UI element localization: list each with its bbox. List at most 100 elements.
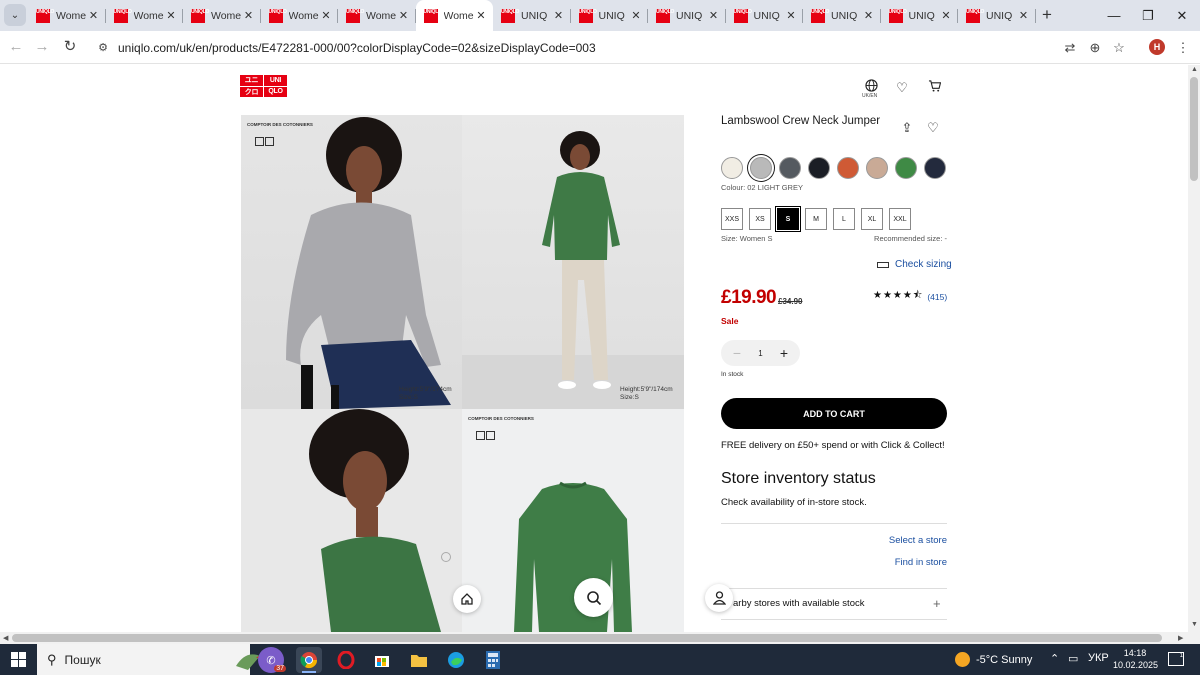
colour-swatch[interactable] [924,157,946,179]
size-option[interactable]: XXS [721,208,743,230]
wishlist-heart-icon[interactable]: ♡ [893,79,911,97]
scroll-up-arrow-icon[interactable]: ▲ [1191,66,1198,73]
store-app[interactable] [369,647,395,673]
browser-tab[interactable]: UNIQLO UNIQ ✕ [958,0,1036,31]
find-in-store-link[interactable]: Find in store [895,557,947,568]
calculator-app[interactable] [480,647,506,673]
viber-app[interactable]: ✆ 37 [258,647,286,673]
taskbar-search[interactable]: ⚲ Пошук [37,644,280,675]
chrome-app[interactable] [296,647,322,673]
search-float-button[interactable] [574,578,613,617]
address-bar[interactable]: ⚙ uniqlo.com/uk/en/products/E472281-000/… [86,35,1138,60]
browser-tab[interactable]: UNIQLO UNIQ ✕ [648,0,726,31]
scroll-left-arrow-icon[interactable]: ◀ [3,634,8,642]
browser-tab[interactable]: UNIQLO UNIQ ✕ [726,0,803,31]
share-icon[interactable]: ⇪ [898,119,916,137]
quantity-decrease-button[interactable]: − [731,345,743,361]
account-float-button[interactable] [705,584,733,612]
tab-close-icon[interactable]: ✕ [553,9,565,22]
back-button[interactable]: ← [7,38,25,56]
browser-tab[interactable]: UNIQLO UNIQ ✕ [881,0,958,31]
language-indicator[interactable]: УКР [1088,652,1109,664]
colour-swatch[interactable] [721,157,743,179]
start-button[interactable] [0,644,36,675]
browser-tab[interactable]: UNIQLO Wome ✕ [338,0,416,31]
colour-swatch[interactable] [895,157,917,179]
horizontal-scroll-thumb[interactable] [12,634,1162,642]
size-option[interactable]: M [805,208,827,230]
colour-swatch[interactable] [866,157,888,179]
tab-close-icon[interactable]: ✕ [320,9,332,22]
product-photo-1[interactable]: COMPTOIR DES COTONNIERS Height:5'9"/174c… [241,115,462,409]
opera-app[interactable] [333,647,359,673]
zoom-icon[interactable]: ⊕ [1086,39,1104,57]
expand-plus-icon[interactable]: + [933,596,941,611]
new-tab-button[interactable]: + [1038,6,1056,24]
bookmark-star-icon[interactable]: ☆ [1110,39,1128,57]
browser-tab[interactable]: UNIQLO Wome ✕ [183,0,261,31]
edge-app[interactable] [443,647,469,673]
colour-swatch[interactable] [750,157,772,179]
size-option[interactable]: XS [749,208,771,230]
browser-tab[interactable]: UNIQLO Wome ✕ [106,0,183,31]
tab-close-icon[interactable]: ✕ [785,9,797,22]
tab-close-icon[interactable]: ✕ [243,9,255,22]
weather-widget[interactable]: -5°C Sunny [955,652,1032,667]
close-window-button[interactable]: ✕ [1165,0,1199,31]
browser-tab[interactable]: UNIQLO Wome ✕ [28,0,106,31]
browser-tab[interactable]: UNIQLO Wome ✕ [415,0,493,31]
horizontal-scrollbar[interactable]: ◀ ▶ [0,632,1200,644]
cart-icon[interactable] [925,79,943,97]
system-clock[interactable]: 14:18 10.02.2025 [1113,647,1158,671]
tab-close-icon[interactable]: ✕ [863,9,875,22]
vertical-scroll-thumb[interactable] [1190,77,1198,181]
scroll-right-arrow-icon[interactable]: ▶ [1178,634,1183,642]
tab-close-icon[interactable]: ✕ [165,9,177,22]
browser-tab[interactable]: UNIQLO UNIQ ✕ [803,0,881,31]
uniqlo-logo[interactable]: ユニ UNI クロ QLO [240,75,287,97]
tab-close-icon[interactable]: ✕ [708,9,720,22]
url-text[interactable]: uniqlo.com/uk/en/products/E472281-000/00… [118,41,596,55]
colour-swatch[interactable] [808,157,830,179]
size-option[interactable]: L [833,208,855,230]
network-icon[interactable]: ▭ [1068,652,1078,665]
check-sizing-link[interactable]: Check sizing [877,259,952,270]
browser-tab[interactable]: UNIQLO UNIQ ✕ [571,0,648,31]
forward-button[interactable]: → [33,38,51,56]
tab-close-icon[interactable]: ✕ [630,9,642,22]
file-explorer-app[interactable] [406,647,432,673]
tab-close-icon[interactable]: ✕ [475,9,487,22]
scroll-down-arrow-icon[interactable]: ▼ [1191,621,1198,628]
chevron-up-icon[interactable]: ⌃ [1050,652,1059,665]
vertical-scrollbar[interactable]: ▲ ▼ [1188,65,1200,632]
tab-search-button[interactable]: ⌄ [4,4,26,26]
site-info-icon[interactable]: ⚙ [94,39,112,57]
tab-close-icon[interactable]: ✕ [1018,9,1030,22]
minimize-button[interactable]: — [1097,0,1131,31]
tab-close-icon[interactable]: ✕ [398,9,410,22]
menu-kebab-icon[interactable]: ⋮ [1174,39,1192,57]
size-option[interactable]: S [777,208,799,230]
size-option[interactable]: XL [861,208,883,230]
translate-icon[interactable]: ⇄ [1061,39,1079,57]
product-photo-2[interactable]: Height:5'9"/174cm Size:S [462,115,684,409]
notification-center-icon[interactable]: 1 [1168,652,1184,666]
tab-close-icon[interactable]: ✕ [88,9,100,22]
colour-swatch[interactable] [837,157,859,179]
product-photo-4[interactable]: COMPTOIR DES COTONNIERS [462,409,684,632]
browser-tab[interactable]: UNIQLO Wome ✕ [261,0,338,31]
home-float-button[interactable] [453,585,481,613]
tab-close-icon[interactable]: ✕ [940,9,952,22]
select-store-link[interactable]: Select a store [889,535,947,546]
nearby-stores-toggle[interactable]: arby stores with available stock [733,598,864,609]
product-photo-3[interactable] [241,409,462,632]
profile-avatar[interactable]: H [1149,39,1165,55]
rating[interactable]: ★★★★⯪ (415) [873,288,947,305]
reload-button[interactable]: ↻ [61,38,79,56]
size-option[interactable]: XXL [889,208,911,230]
quantity-increase-button[interactable]: + [778,345,790,361]
info-dot-icon[interactable] [441,552,451,562]
browser-tab[interactable]: UNIQLO UNIQ ✕ [493,0,571,31]
add-to-cart-button[interactable]: ADD TO CART [721,398,947,429]
colour-swatch[interactable] [779,157,801,179]
